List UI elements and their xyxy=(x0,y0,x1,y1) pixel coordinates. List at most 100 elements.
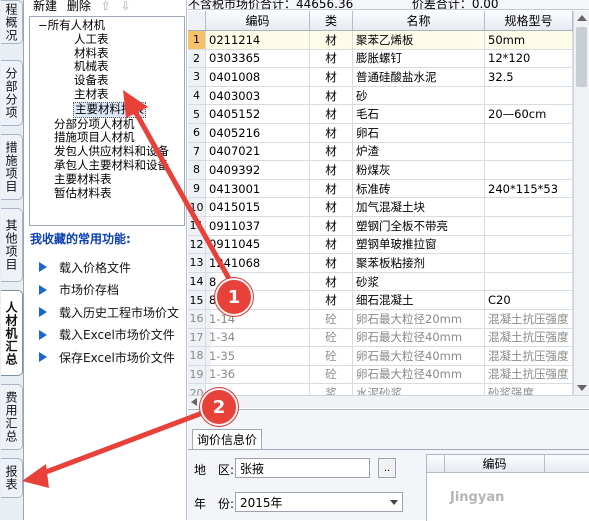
table-row[interactable]: 15 8 材细石混凝土 C20 xyxy=(188,291,573,310)
row-number-cell[interactable]: 8 xyxy=(188,161,206,179)
row-number-cell[interactable]: 9 xyxy=(188,179,206,198)
tree-item-main-material-list[interactable]: 主要材料表 xyxy=(36,172,184,187)
name-cell[interactable]: 标准砖 xyxy=(353,179,485,198)
tab-project-overview[interactable]: 程概况 xyxy=(1,0,23,44)
row-number-cell[interactable]: 4 xyxy=(188,86,206,105)
tree-item-equipment[interactable]: 设备表 xyxy=(36,73,184,88)
name-cell[interactable]: 膨胀螺钉 xyxy=(353,49,485,68)
spec-cell[interactable]: 240*115*53 xyxy=(485,179,573,198)
name-cell[interactable]: 卵石最大粒径20mm xyxy=(353,309,485,328)
name-cell[interactable]: 细石混凝土 xyxy=(353,291,485,309)
code-cell[interactable]: 1241068 xyxy=(206,254,310,272)
code-cell[interactable]: 0407021 xyxy=(206,142,310,161)
tab-labor-material-summary[interactable]: 人材机汇总 xyxy=(1,290,23,376)
type-cell[interactable]: 材 xyxy=(310,161,353,179)
code-cell[interactable]: 8 xyxy=(206,272,310,291)
spec-cell[interactable]: 12*120 xyxy=(485,49,573,68)
tab-measures[interactable]: 措施项目 xyxy=(1,134,23,200)
name-cell[interactable]: 砂 xyxy=(353,86,485,105)
type-cell[interactable]: 砼 xyxy=(310,347,353,365)
grid-horizontal-scrollbar[interactable] xyxy=(188,395,589,408)
spec-cell[interactable]: 32.5 xyxy=(485,68,573,86)
row-number-cell[interactable]: 5 xyxy=(188,105,206,123)
code-cell[interactable]: 0405216 xyxy=(206,123,310,142)
row-number-cell[interactable]: 11 xyxy=(188,216,206,235)
spec-cell[interactable] xyxy=(485,86,573,105)
name-cell[interactable]: 粉煤灰 xyxy=(353,161,485,179)
spec-cell[interactable] xyxy=(485,123,573,142)
delete-button[interactable]: 删除 xyxy=(67,0,91,13)
name-cell[interactable]: 聚苯乙烯板 xyxy=(353,31,485,49)
table-row[interactable]: 1 0211214 材聚苯乙烯板 50mm xyxy=(188,31,573,50)
header-name[interactable]: 名称 xyxy=(353,11,485,30)
name-cell[interactable]: 卵石 xyxy=(353,123,485,142)
name-cell[interactable]: 塑钢单玻推拉窗 xyxy=(353,235,485,254)
tab-reports[interactable]: 报表 xyxy=(1,458,23,498)
type-cell[interactable]: 材 xyxy=(310,291,353,309)
scroll-down-icon[interactable] xyxy=(577,385,587,391)
tree-item-main-materials[interactable]: 主材表 xyxy=(36,87,184,102)
type-cell[interactable]: 材 xyxy=(310,68,353,86)
new-button[interactable]: 新建 xyxy=(33,0,57,13)
tree-root[interactable]: −所有人材机 xyxy=(36,18,184,33)
tab-divisional-items[interactable]: 分部分项 xyxy=(1,60,23,126)
scroll-up-icon[interactable] xyxy=(577,15,587,21)
table-row[interactable]: 5 0405152 材毛石 20—60cm xyxy=(188,105,573,124)
name-cell[interactable]: 卵石最大粒径40mm xyxy=(353,347,485,365)
row-number-cell[interactable]: 12 xyxy=(188,235,206,254)
fav-load-excel[interactable]: 载入Excel市场价文件 xyxy=(39,324,179,347)
fav-load-price-file[interactable]: 载入价格文件 xyxy=(39,256,179,279)
tree-item-main-material-report[interactable]: 主要材料报表 xyxy=(73,101,146,118)
table-row[interactable]: 2 0303365 材膨胀螺钉 12*120 xyxy=(188,49,573,69)
row-number-cell[interactable]: 15 xyxy=(188,291,206,309)
name-cell[interactable]: 聚苯板粘接剂 xyxy=(353,254,485,272)
scroll-left-icon[interactable] xyxy=(191,398,197,406)
table-row[interactable]: 4 0403003 材砂 xyxy=(188,86,573,106)
name-cell[interactable]: 卵石最大粒径40mm xyxy=(353,328,485,347)
type-cell[interactable]: 材 xyxy=(310,179,353,198)
tree-item-labor[interactable]: 人工表 xyxy=(36,32,184,47)
fav-load-history[interactable]: 载入历史工程市场价文 xyxy=(39,301,179,324)
code-cell[interactable]: 0409392 xyxy=(206,161,310,179)
table-row[interactable]: 16 1-14 砼卵石最大粒径20mm 混凝土抗压强度 xyxy=(188,309,573,329)
price-info-header-code[interactable]: 编码 xyxy=(445,455,545,472)
code-cell[interactable]: 1-35 xyxy=(206,347,310,365)
tab-cost-summary[interactable]: 费用汇总 xyxy=(1,384,23,450)
spec-cell[interactable]: 混凝土抗压强度 xyxy=(485,365,573,384)
code-cell[interactable]: 0303365 xyxy=(206,49,310,68)
spec-cell[interactable]: 混凝土抗压强度 xyxy=(485,328,573,347)
tab-other-items[interactable]: 其他项目 xyxy=(1,208,23,282)
table-row[interactable]: 12 0911045 材塑钢单玻推拉窗 xyxy=(188,235,573,255)
name-cell[interactable]: 普通硅酸盐水泥 xyxy=(353,68,485,86)
type-cell[interactable]: 材 xyxy=(310,31,353,49)
header-spec[interactable]: 规格型号 xyxy=(485,11,573,30)
tree-item-machinery[interactable]: 机械表 xyxy=(36,60,184,74)
type-cell[interactable]: 砼 xyxy=(310,365,353,384)
row-number-cell[interactable]: 10 xyxy=(188,198,206,216)
region-browse-button[interactable]: .. xyxy=(378,458,396,478)
region-input[interactable] xyxy=(235,458,370,478)
name-cell[interactable]: 毛石 xyxy=(353,105,485,123)
year-select[interactable]: 2015年 xyxy=(235,492,403,512)
row-number-cell[interactable]: 17 xyxy=(188,328,206,347)
spec-cell[interactable] xyxy=(485,235,573,254)
table-row[interactable]: 7 0407021 材炉渣 xyxy=(188,142,573,162)
table-row[interactable]: 14 8 材砂浆 xyxy=(188,272,573,292)
row-number-cell[interactable]: 3 xyxy=(188,68,206,86)
tab-inquiry-price[interactable]: 询价信息价 xyxy=(192,429,263,449)
spec-cell[interactable]: 混凝土抗压强度 xyxy=(485,309,573,328)
tree-item-provisional[interactable]: 暂估材料表 xyxy=(36,186,184,201)
code-cell[interactable]: 0415015 xyxy=(206,198,310,216)
code-cell[interactable]: 1-36 xyxy=(206,365,310,384)
row-number-cell[interactable]: 14 xyxy=(188,272,206,291)
spec-cell[interactable]: 混凝土抗压强度 xyxy=(485,347,573,365)
row-number-cell[interactable]: 16 xyxy=(188,309,206,328)
name-cell[interactable]: 炉渣 xyxy=(353,142,485,161)
code-cell[interactable]: 0403003 xyxy=(206,86,310,105)
type-cell[interactable]: 砼 xyxy=(310,309,353,328)
row-number-cell[interactable]: 18 xyxy=(188,347,206,365)
spec-cell[interactable] xyxy=(485,161,573,179)
spec-cell[interactable]: C20 xyxy=(485,291,573,309)
row-number-cell[interactable]: 2 xyxy=(188,49,206,68)
name-cell[interactable]: 砂浆 xyxy=(353,272,485,291)
